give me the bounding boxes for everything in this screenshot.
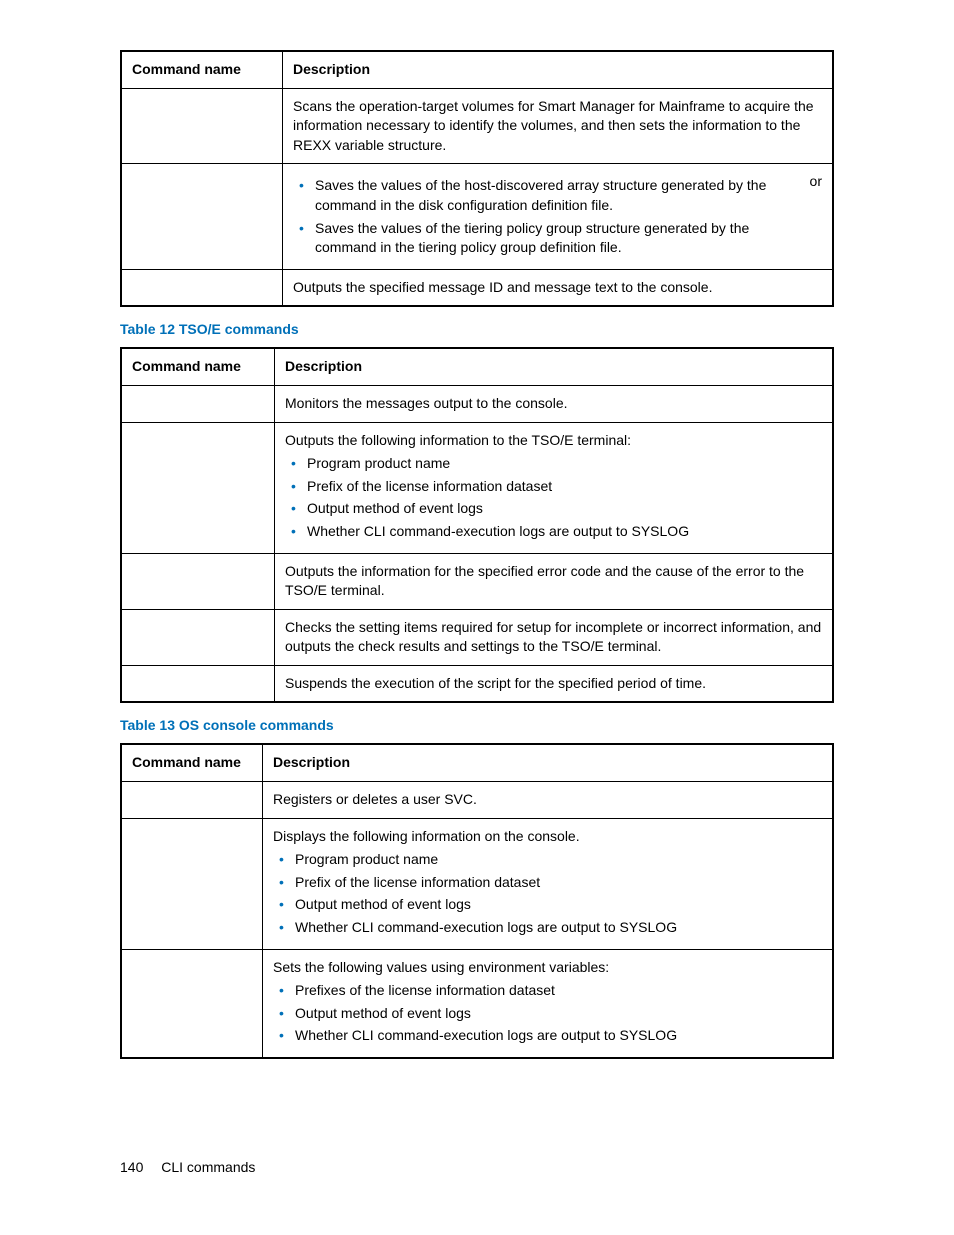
table-row: Monitors the messages output to the cons… bbox=[121, 385, 833, 422]
table-row: Registers or deletes a user SVC. bbox=[121, 782, 833, 819]
lead-text: Outputs the following information to the… bbox=[285, 432, 631, 448]
list-item: Saves the values of the host-discovered … bbox=[293, 176, 800, 215]
table-row: Outputs the following information to the… bbox=[121, 422, 833, 553]
col-header-description: Description bbox=[263, 744, 834, 781]
cell-command-name bbox=[121, 553, 275, 609]
cell-command-name bbox=[121, 385, 275, 422]
table-continuation: Command name Description Scans the opera… bbox=[120, 50, 834, 307]
table-caption-os-console: Table 13 OS console commands bbox=[120, 717, 834, 733]
cell-command-name bbox=[121, 609, 275, 665]
cell-description: Checks the setting items required for se… bbox=[275, 609, 834, 665]
cell-description: Suspends the execution of the script for… bbox=[275, 665, 834, 702]
table-row: Checks the setting items required for se… bbox=[121, 609, 833, 665]
cell-command-name bbox=[121, 269, 283, 306]
table-tsoe-commands: Command name Description Monitors the me… bbox=[120, 347, 834, 703]
page-footer: 140 CLI commands bbox=[120, 1159, 255, 1175]
list-item: Whether CLI command-execution logs are o… bbox=[285, 522, 822, 542]
cell-command-name bbox=[121, 164, 283, 269]
cell-description: Saves the values of the host-discovered … bbox=[283, 164, 834, 269]
table-row: Displays the following information on th… bbox=[121, 818, 833, 949]
cell-description: Outputs the specified message ID and mes… bbox=[283, 269, 834, 306]
lead-text: Sets the following values using environm… bbox=[273, 959, 609, 975]
page: Command name Description Scans the opera… bbox=[0, 0, 954, 1235]
table-row: Scans the operation-target volumes for S… bbox=[121, 88, 833, 164]
bullet-list: Program product name Prefix of the licen… bbox=[285, 454, 822, 541]
col-header-command-name: Command name bbox=[121, 744, 263, 781]
cell-description: Monitors the messages output to the cons… bbox=[275, 385, 834, 422]
table-row: Suspends the execution of the script for… bbox=[121, 665, 833, 702]
cell-command-name bbox=[121, 782, 263, 819]
page-number: 140 bbox=[120, 1159, 143, 1175]
list-item: Saves the values of the tiering policy g… bbox=[293, 219, 800, 258]
lead-text: Displays the following information on th… bbox=[273, 828, 580, 844]
list-item: Prefix of the license information datase… bbox=[273, 873, 822, 893]
table-row: Sets the following values using environm… bbox=[121, 949, 833, 1058]
list-item: Prefixes of the license information data… bbox=[273, 981, 822, 1001]
list-item: Prefix of the license information datase… bbox=[285, 477, 822, 497]
col-header-description: Description bbox=[283, 51, 834, 88]
or-text: or bbox=[810, 172, 822, 192]
bullet-list: Saves the values of the host-discovered … bbox=[293, 176, 800, 257]
cell-command-name bbox=[121, 422, 275, 553]
cell-command-name bbox=[121, 88, 283, 164]
table-row: Outputs the information for the specifie… bbox=[121, 553, 833, 609]
col-header-command-name: Command name bbox=[121, 51, 283, 88]
list-item: Program product name bbox=[285, 454, 822, 474]
list-item: Output method of event logs bbox=[273, 1004, 822, 1024]
cell-description: Displays the following information on th… bbox=[263, 818, 834, 949]
footer-section: CLI commands bbox=[161, 1159, 255, 1175]
bullet-list: Program product name Prefix of the licen… bbox=[273, 850, 822, 937]
list-item: Program product name bbox=[273, 850, 822, 870]
list-item: Output method of event logs bbox=[285, 499, 822, 519]
col-header-description: Description bbox=[275, 348, 834, 385]
cell-description: Outputs the information for the specifie… bbox=[275, 553, 834, 609]
bullet-list: Prefixes of the license information data… bbox=[273, 981, 822, 1046]
cell-command-name bbox=[121, 818, 263, 949]
cell-command-name bbox=[121, 665, 275, 702]
table-os-console-commands: Command name Description Registers or de… bbox=[120, 743, 834, 1059]
table-row: Saves the values of the host-discovered … bbox=[121, 164, 833, 269]
list-item: Whether CLI command-execution logs are o… bbox=[273, 1026, 822, 1046]
list-item: Output method of event logs bbox=[273, 895, 822, 915]
list-item: Whether CLI command-execution logs are o… bbox=[273, 918, 822, 938]
col-header-command-name: Command name bbox=[121, 348, 275, 385]
table-caption-tsoe: Table 12 TSO/E commands bbox=[120, 321, 834, 337]
cell-description: Outputs the following information to the… bbox=[275, 422, 834, 553]
cell-command-name bbox=[121, 949, 263, 1058]
cell-description: Sets the following values using environm… bbox=[263, 949, 834, 1058]
table-row: Outputs the specified message ID and mes… bbox=[121, 269, 833, 306]
cell-description: Registers or deletes a user SVC. bbox=[263, 782, 834, 819]
cell-description: Scans the operation-target volumes for S… bbox=[283, 88, 834, 164]
